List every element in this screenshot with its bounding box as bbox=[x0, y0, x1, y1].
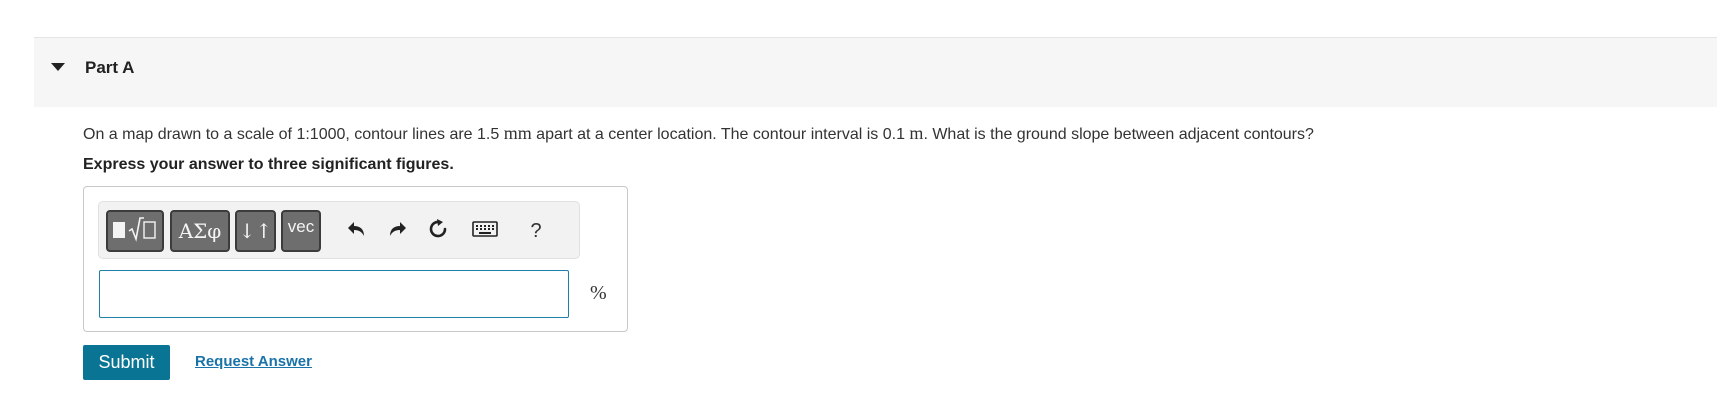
answer-box: ΑΣφ ↓↑ vec ? % bbox=[83, 186, 628, 332]
math-toolbar: ΑΣφ ↓↑ vec ? bbox=[98, 201, 580, 259]
answer-input[interactable] bbox=[99, 270, 569, 318]
arrows-button[interactable]: ↓↑ bbox=[235, 210, 276, 252]
redo-icon bbox=[386, 219, 408, 244]
page: Part A On a map drawn to a scale of 1:10… bbox=[0, 0, 1717, 415]
unit-mm: mm bbox=[503, 123, 532, 143]
arrows-icon: ↓↑ bbox=[238, 219, 273, 243]
reset-icon bbox=[426, 217, 450, 246]
vector-button[interactable]: vec bbox=[281, 210, 321, 252]
request-answer-link[interactable]: Request Answer bbox=[195, 353, 312, 370]
answer-unit-label: % bbox=[590, 282, 607, 304]
keyboard-button[interactable] bbox=[468, 216, 502, 246]
question-text-part-1: On a map drawn to a scale of 1:1000, con… bbox=[83, 126, 504, 143]
greek-letters-button[interactable]: ΑΣφ bbox=[170, 210, 230, 252]
part-header[interactable]: Part A bbox=[34, 37, 1717, 107]
keyboard-icon bbox=[472, 220, 498, 242]
collapse-caret-icon[interactable] bbox=[51, 63, 65, 71]
reset-button[interactable] bbox=[423, 216, 453, 246]
vector-icon: vec bbox=[287, 217, 315, 236]
undo-icon bbox=[346, 219, 368, 244]
redo-button[interactable] bbox=[382, 216, 412, 246]
question-text: On a map drawn to a scale of 1:1000, con… bbox=[83, 123, 1314, 144]
submit-button[interactable]: Submit bbox=[83, 345, 170, 380]
part-title[interactable]: Part A bbox=[85, 58, 134, 78]
greek-letters-icon: ΑΣφ bbox=[178, 219, 222, 243]
templates-button[interactable] bbox=[106, 210, 164, 252]
help-button[interactable]: ? bbox=[521, 216, 551, 246]
undo-button[interactable] bbox=[342, 216, 372, 246]
answer-instruction: Express your answer to three significant… bbox=[83, 156, 454, 173]
question-text-part-3: . What is the ground slope between adjac… bbox=[923, 126, 1314, 143]
help-icon: ? bbox=[530, 219, 542, 242]
question-text-part-2: apart at a center location. The contour … bbox=[531, 126, 910, 143]
templates-icon bbox=[110, 214, 160, 249]
unit-m: m bbox=[909, 123, 924, 143]
